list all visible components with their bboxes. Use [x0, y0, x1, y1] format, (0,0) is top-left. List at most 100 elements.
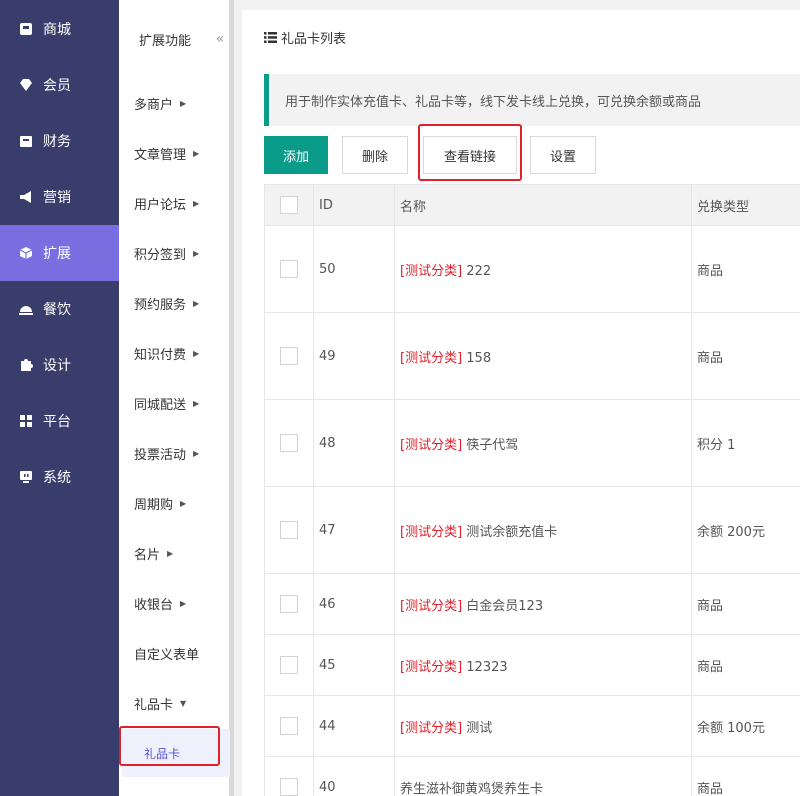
- cell-id: 40: [313, 756, 395, 796]
- cell-type: 商品: [691, 634, 800, 696]
- sidebar-item-checkin[interactable]: 积分签到 ▶: [134, 244, 199, 263]
- column-header-name: 名称: [394, 184, 692, 226]
- nav-item-member[interactable]: 会员: [0, 57, 119, 113]
- chevron-right-icon: ▶: [193, 149, 200, 158]
- view-link-button[interactable]: 查看链接: [423, 136, 517, 174]
- sidebar-item-label: 投票活动: [134, 448, 187, 463]
- category-link[interactable]: [测试分类]: [400, 438, 462, 453]
- list-icon: [264, 32, 277, 43]
- sidebar-item-forum[interactable]: 用户论坛 ▶: [134, 194, 199, 213]
- select-all-cell: [264, 184, 314, 226]
- notice-banner: 用于制作实体充值卡、礼品卡等，线下发卡线上兑换，可兑换余额或商品: [264, 74, 800, 126]
- cell-id: 49: [313, 312, 395, 400]
- sidebar-item-voting[interactable]: 投票活动 ▶: [134, 444, 199, 463]
- table-row: 40 养生滋补御黄鸡煲养生卡 商品: [264, 756, 800, 796]
- add-button[interactable]: 添加: [264, 136, 328, 174]
- cell-name: 养生滋补御黄鸡煲养生卡: [394, 756, 692, 796]
- row-checkbox[interactable]: [280, 656, 298, 674]
- cell-type: 积分 1: [691, 399, 800, 487]
- table-row: 45 [测试分类] 12323 商品: [264, 634, 800, 696]
- sidebar-item-label: 同城配送: [134, 398, 187, 413]
- sidebar-item-delivery[interactable]: 同城配送 ▶: [134, 394, 199, 413]
- nav-item-design[interactable]: 设计: [0, 337, 119, 393]
- nav-item-marketing[interactable]: 营销: [0, 169, 119, 225]
- nav-item-extension[interactable]: 扩展: [0, 225, 119, 281]
- chevron-right-icon: ▶: [180, 499, 187, 508]
- cell-name: [测试分类] 白金会员123: [394, 573, 692, 635]
- row-checkbox[interactable]: [280, 778, 298, 796]
- cell-id: 46: [313, 573, 395, 635]
- nav-item-label: 设计: [43, 358, 71, 374]
- chevron-right-icon: ▶: [180, 99, 187, 108]
- grid-icon: [19, 414, 33, 428]
- category-link[interactable]: [测试分类]: [400, 660, 462, 675]
- sidebar-item-cashier[interactable]: 收银台 ▶: [134, 594, 186, 613]
- gift-card-table: ID 名称 兑换类型 50 [测试分类] 222 商品 49 [测试分类] 15…: [264, 184, 800, 796]
- sidebar-item-gift-card[interactable]: 礼品卡 ▼: [134, 694, 186, 713]
- row-checkbox[interactable]: [280, 717, 298, 735]
- dish-icon: [19, 302, 33, 316]
- sidebar-item-label: 名片: [134, 548, 161, 563]
- sidebar-item-label: 收银台: [134, 598, 174, 613]
- sidebar-item-subscription[interactable]: 周期购 ▶: [134, 494, 186, 513]
- sidebar-item-articles[interactable]: 文章管理 ▶: [134, 144, 199, 163]
- sidebar-item-label: 自定义表单: [134, 648, 200, 663]
- cube-icon: [19, 246, 33, 260]
- card-name: 筷子代驾: [462, 437, 519, 453]
- settings-button[interactable]: 设置: [530, 136, 596, 174]
- card-name: 测试: [462, 720, 493, 736]
- nav-item-platform[interactable]: 平台: [0, 393, 119, 449]
- sidebar-item-custom-form[interactable]: 自定义表单: [134, 644, 206, 663]
- category-link[interactable]: [测试分类]: [400, 351, 462, 366]
- table-row: 48 [测试分类] 筷子代驾 积分 1: [264, 399, 800, 487]
- row-checkbox[interactable]: [280, 260, 298, 278]
- monitor-icon: [19, 470, 33, 484]
- nav-item-store[interactable]: 商城: [0, 1, 119, 57]
- chevron-right-icon: ▶: [193, 199, 200, 208]
- nav-item-finance[interactable]: 财务: [0, 113, 119, 169]
- sidebar-scrollbar[interactable]: [229, 0, 234, 796]
- nav-item-label: 系统: [43, 470, 71, 486]
- sidebar-item-label: 预约服务: [134, 298, 187, 313]
- sidebar-item-multi-merchant[interactable]: 多商户 ▶: [134, 94, 186, 113]
- chevron-right-icon: ▶: [193, 449, 200, 458]
- table-row: 50 [测试分类] 222 商品: [264, 225, 800, 313]
- nav-item-label: 扩展: [43, 246, 71, 262]
- row-checkbox[interactable]: [280, 521, 298, 539]
- sidebar-subitem-gift-card[interactable]: 礼品卡: [122, 729, 230, 777]
- card-name: 158: [462, 350, 492, 366]
- table-row: 44 [测试分类] 测试 余额 100元: [264, 695, 800, 757]
- cell-id: 48: [313, 399, 395, 487]
- secondary-sidebar-title: 扩展功能: [139, 34, 192, 49]
- cell-id: 47: [313, 486, 395, 574]
- category-link[interactable]: [测试分类]: [400, 721, 462, 736]
- cell-id: 45: [313, 634, 395, 696]
- nav-item-label: 会员: [43, 78, 71, 94]
- category-link[interactable]: [测试分类]: [400, 264, 462, 279]
- category-link[interactable]: [测试分类]: [400, 599, 462, 614]
- cell-type: 商品: [691, 312, 800, 400]
- row-checkbox[interactable]: [280, 347, 298, 365]
- cell-name: [测试分类] 158: [394, 312, 692, 400]
- nav-item-system[interactable]: 系统: [0, 449, 119, 505]
- chevron-right-icon: ▶: [167, 549, 174, 558]
- table-row: 47 [测试分类] 测试余额充值卡 余额 200元: [264, 486, 800, 574]
- sidebar-item-card[interactable]: 名片 ▶: [134, 544, 173, 563]
- delete-button[interactable]: 删除: [342, 136, 408, 174]
- sidebar-item-knowledge[interactable]: 知识付费 ▶: [134, 344, 199, 363]
- nav-item-dining[interactable]: 餐饮: [0, 281, 119, 337]
- category-link[interactable]: [测试分类]: [400, 525, 462, 540]
- cell-name: [测试分类] 12323: [394, 634, 692, 696]
- row-checkbox[interactable]: [280, 434, 298, 452]
- sidebar-item-booking[interactable]: 预约服务 ▶: [134, 294, 199, 313]
- card-name: 测试余额充值卡: [462, 524, 558, 540]
- row-checkbox[interactable]: [280, 595, 298, 613]
- sidebar-item-label: 知识付费: [134, 348, 187, 363]
- sidebar-item-label: 多商户: [134, 98, 174, 113]
- cell-id: 44: [313, 695, 395, 757]
- select-all-checkbox[interactable]: [280, 196, 298, 214]
- collapse-sidebar-icon[interactable]: «: [212, 28, 228, 50]
- card-name: 222: [462, 263, 492, 279]
- cell-type: 余额 100元: [691, 695, 800, 757]
- chevron-right-icon: ▶: [180, 599, 187, 608]
